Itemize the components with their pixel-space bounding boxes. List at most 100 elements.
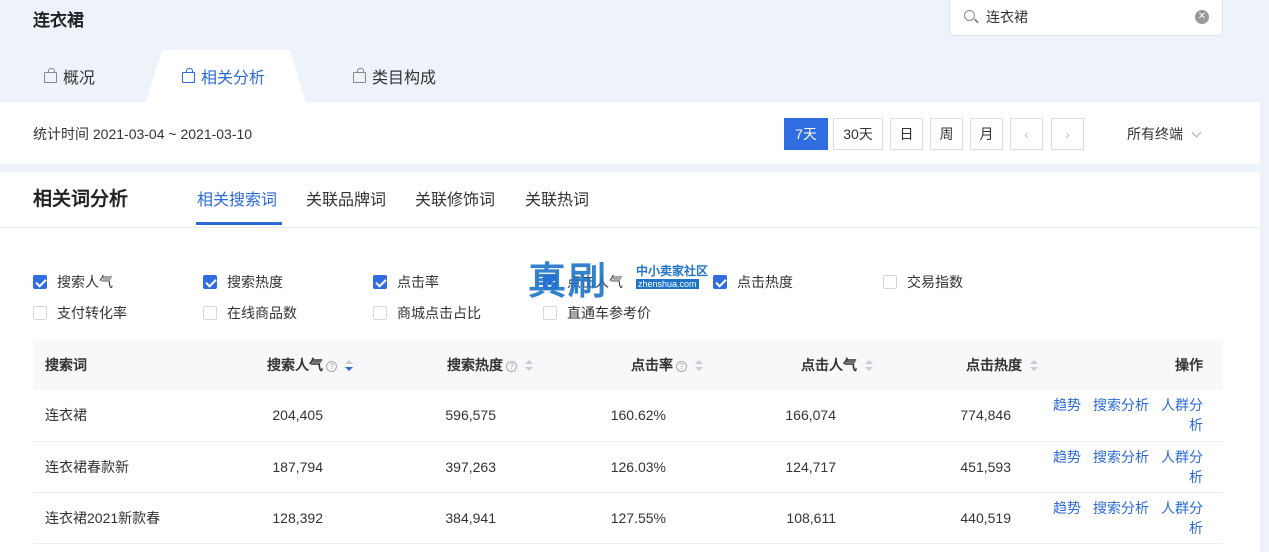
watermark-logo: 真刷 xyxy=(528,258,609,303)
search-analysis-link[interactable]: 搜索分析 xyxy=(1093,500,1149,516)
sort-icon[interactable] xyxy=(865,360,873,372)
terminal-select[interactable]: 所有终端 xyxy=(1127,124,1202,144)
period-7d-button[interactable]: 7天 xyxy=(784,118,828,150)
header-click-pop[interactable]: 点击人气 xyxy=(703,340,873,390)
tab-related-analysis[interactable]: 相关分析 xyxy=(182,50,265,102)
cell-search-heat: 596,575 xyxy=(445,407,496,424)
top-header: 连衣裙 ✕ 概况 相关分析 类目构成 xyxy=(0,0,1260,102)
watermark-subtitle: 中小卖家社区 xyxy=(636,264,709,278)
checkbox-unchecked[interactable] xyxy=(883,275,897,289)
prev-period-button[interactable]: ‹ xyxy=(1010,118,1043,150)
metric-checkbox[interactable]: 商城点击占比 xyxy=(373,303,481,323)
sort-icon[interactable] xyxy=(695,360,703,372)
section-title: 相关词分析 xyxy=(33,189,129,210)
watermark-url: zhenshua.com xyxy=(636,279,699,289)
tab-label: 相关分析 xyxy=(201,70,266,87)
chevron-down-icon xyxy=(1191,127,1202,138)
cell-search-heat: 397,263 xyxy=(445,458,496,475)
checkbox-unchecked[interactable] xyxy=(543,306,557,320)
header-search-heat[interactable]: 搜索热度? xyxy=(353,340,533,390)
checkbox-checked[interactable] xyxy=(203,275,217,289)
terminal-label: 所有终端 xyxy=(1127,126,1183,142)
sort-icon[interactable] xyxy=(1030,360,1038,372)
metric-checkbox[interactable]: 支付转化率 xyxy=(33,303,127,323)
cell-actions: 趋势 搜索分析 人群分析 xyxy=(1038,492,1223,543)
header-search-pop[interactable]: 搜索人气? xyxy=(213,340,353,390)
sort-icon[interactable] xyxy=(525,360,533,372)
cell-click-pop: 108,611 xyxy=(786,509,836,526)
trend-link[interactable]: 趋势 xyxy=(1053,397,1081,413)
page-title: 连衣裙 xyxy=(33,11,84,30)
divider xyxy=(0,227,1260,228)
cell-ctr: 126.03% xyxy=(610,458,666,475)
metric-checkbox[interactable]: 点击热度 xyxy=(713,272,793,292)
cell-term: 连衣裙春款新 xyxy=(45,458,129,475)
sort-icon[interactable] xyxy=(345,360,353,372)
metric-checkbox[interactable]: 搜索热度 xyxy=(203,272,283,292)
cell-ctr: 160.62% xyxy=(610,407,666,424)
header-term: 搜索词 xyxy=(45,357,87,373)
chevron-left-icon: ‹ xyxy=(1024,126,1029,142)
header-ops: 操作 xyxy=(1175,357,1203,373)
cell-click-heat: 451,593 xyxy=(960,458,1011,475)
crowd-analysis-link[interactable]: 人群分析 xyxy=(1161,397,1203,433)
date-range: 统计时间 2021-03-04 ~ 2021-03-10 xyxy=(33,126,253,142)
metric-checkbox[interactable]: 搜索人气 xyxy=(33,272,113,292)
period-month-button[interactable]: 月 xyxy=(970,118,1003,150)
subtab-related-search[interactable]: 相关搜索词 xyxy=(197,186,277,210)
search-analysis-link[interactable]: 搜索分析 xyxy=(1093,397,1149,413)
subtab-hot[interactable]: 关联热词 xyxy=(525,186,589,210)
cell-click-heat: 774,846 xyxy=(960,407,1011,424)
metric-checkbox[interactable]: 在线商品数 xyxy=(203,303,297,323)
chevron-right-icon: › xyxy=(1065,126,1070,142)
period-30d-button[interactable]: 30天 xyxy=(833,118,883,150)
cell-search-pop: 204,405 xyxy=(272,407,323,424)
cell-term: 连衣裙2021新款春 xyxy=(45,509,161,526)
cell-actions: 趋势 搜索分析 人群分析 xyxy=(1038,390,1223,441)
analysis-panel: 相关词分析 相关搜索词 关联品牌词 关联修饰词 关联热词 搜索人气 搜索热度 点… xyxy=(0,172,1260,552)
help-icon[interactable]: ? xyxy=(676,361,687,372)
subtab-underline xyxy=(196,222,282,225)
metric-label: 点击率 xyxy=(397,274,439,290)
metric-label: 点击热度 xyxy=(737,274,793,290)
checkbox-unchecked[interactable] xyxy=(33,306,47,320)
clear-icon[interactable]: ✕ xyxy=(1195,10,1209,24)
next-period-button[interactable]: › xyxy=(1051,118,1084,150)
period-day-button[interactable]: 日 xyxy=(890,118,923,150)
cell-search-pop: 187,794 xyxy=(272,458,323,475)
subtab-brand[interactable]: 关联品牌词 xyxy=(306,186,386,210)
help-icon[interactable]: ? xyxy=(326,361,337,372)
filter-bar: 统计时间 2021-03-04 ~ 2021-03-10 7天 30天 日 周 … xyxy=(0,102,1260,164)
crowd-analysis-link[interactable]: 人群分析 xyxy=(1161,449,1203,485)
metric-checkbox[interactable]: 交易指数 xyxy=(883,272,963,292)
checkbox-unchecked[interactable] xyxy=(203,306,217,320)
period-week-button[interactable]: 周 xyxy=(930,118,963,150)
checkbox-unchecked[interactable] xyxy=(373,306,387,320)
metric-checkbox[interactable]: 点击率 xyxy=(373,272,439,292)
search-input[interactable] xyxy=(986,6,1186,28)
subtab-modifier[interactable]: 关联修饰词 xyxy=(415,186,495,210)
metric-label: 商城点击占比 xyxy=(397,305,481,321)
trend-link[interactable]: 趋势 xyxy=(1053,449,1081,465)
crowd-analysis-link[interactable]: 人群分析 xyxy=(1161,500,1203,536)
checkbox-checked[interactable] xyxy=(373,275,387,289)
cell-ctr: 127.55% xyxy=(610,509,666,526)
bag-icon xyxy=(44,67,57,83)
header-ctr[interactable]: 点击率? xyxy=(533,340,703,390)
cell-click-heat: 440,519 xyxy=(960,509,1011,526)
search-box[interactable]: ✕ xyxy=(949,0,1223,36)
metric-checkbox[interactable]: 直通车参考价 xyxy=(543,303,651,323)
checkbox-checked[interactable] xyxy=(713,275,727,289)
bag-icon xyxy=(353,67,366,83)
help-icon[interactable]: ? xyxy=(506,361,517,372)
bag-icon xyxy=(182,67,195,83)
tab-category[interactable]: 类目构成 xyxy=(353,50,436,102)
table-row: 连衣裙2021新款春 128,392 384,941 127.55% 108,6… xyxy=(33,492,1223,543)
cell-actions: 趋势 搜索分析 人群分析 xyxy=(1038,441,1223,492)
checkbox-checked[interactable] xyxy=(33,275,47,289)
metric-label: 搜索人气 xyxy=(57,274,113,290)
trend-link[interactable]: 趋势 xyxy=(1053,500,1081,516)
tab-overview[interactable]: 概况 xyxy=(44,50,95,102)
search-analysis-link[interactable]: 搜索分析 xyxy=(1093,449,1149,465)
header-click-heat[interactable]: 点击热度 xyxy=(873,340,1038,390)
